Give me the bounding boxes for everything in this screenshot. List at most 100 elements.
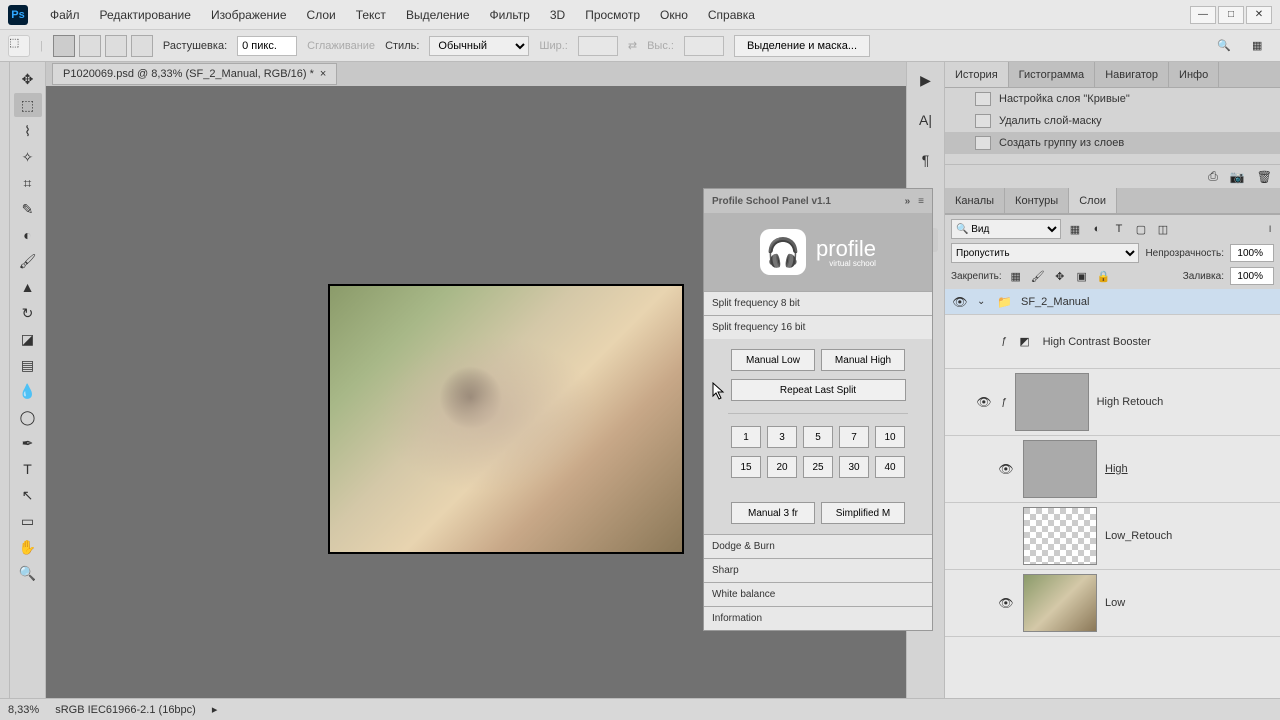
repeat-split-button[interactable]: Repeat Last Split [731, 379, 906, 401]
tab-paths[interactable]: Контуры [1005, 188, 1069, 213]
hand-tool[interactable]: ✋ [14, 535, 42, 559]
lasso-tool[interactable]: ⌇ [14, 119, 42, 143]
close-tab-icon[interactable]: × [320, 68, 326, 80]
layer-thumbnail[interactable] [1023, 574, 1097, 632]
layer-thumbnail[interactable] [1023, 507, 1097, 565]
radius-20-button[interactable]: 20 [767, 456, 797, 478]
menu-3d[interactable]: 3D [540, 8, 575, 22]
split-16-section[interactable]: Split frequency 16 bit [704, 315, 932, 339]
filter-type-icon[interactable]: T [1111, 221, 1127, 237]
close-button[interactable]: ✕ [1246, 6, 1272, 24]
panel-collapse-icon[interactable]: » [905, 196, 911, 207]
brush-tool[interactable]: 🖌 [14, 249, 42, 273]
filter-shape-icon[interactable]: ▢ [1133, 221, 1149, 237]
menu-type[interactable]: Текст [346, 8, 396, 22]
crop-tool[interactable]: ⌗ [14, 171, 42, 195]
sharp-section[interactable]: Sharp [704, 558, 932, 582]
manual-low-button[interactable]: Manual Low [731, 349, 815, 371]
lock-pixels-icon[interactable]: 🖌 [1030, 268, 1046, 284]
pen-tool[interactable]: ✒ [14, 431, 42, 455]
blur-tool[interactable]: 💧 [14, 379, 42, 403]
stamp-tool[interactable]: ▲ [14, 275, 42, 299]
radius-5-button[interactable]: 5 [803, 426, 833, 448]
menu-image[interactable]: Изображение [201, 8, 297, 22]
eyedropper-tool[interactable]: ✎ [14, 197, 42, 221]
visibility-icon[interactable]: 👁 [997, 462, 1015, 476]
opacity-input[interactable] [1230, 244, 1274, 262]
camera-icon[interactable]: 📷 [1230, 170, 1245, 184]
visibility-icon[interactable]: 👁 [975, 395, 993, 409]
menu-view[interactable]: Просмотр [575, 8, 650, 22]
blend-mode-select[interactable]: Пропустить [951, 243, 1139, 263]
tab-navigator[interactable]: Навигатор [1095, 62, 1169, 87]
character-icon[interactable]: A| [914, 108, 938, 132]
radius-40-button[interactable]: 40 [875, 456, 905, 478]
radius-7-button[interactable]: 7 [839, 426, 869, 448]
tab-history[interactable]: История [945, 62, 1009, 87]
split-8-section[interactable]: Split frequency 8 bit [704, 291, 932, 315]
white-balance-section[interactable]: White balance [704, 582, 932, 606]
lock-position-icon[interactable]: ✥ [1052, 268, 1068, 284]
lock-artboard-icon[interactable]: ▣ [1074, 268, 1090, 284]
radius-15-button[interactable]: 15 [731, 456, 761, 478]
filter-toggle[interactable]: ⏽ [1266, 224, 1274, 235]
radius-25-button[interactable]: 25 [803, 456, 833, 478]
menu-filter[interactable]: Фильтр [480, 8, 540, 22]
radius-3-button[interactable]: 3 [767, 426, 797, 448]
information-section[interactable]: Information [704, 606, 932, 630]
layer-row[interactable]: 👁 High [945, 436, 1280, 503]
selection-subtract[interactable] [105, 35, 127, 57]
tab-channels[interactable]: Каналы [945, 188, 1005, 213]
menu-window[interactable]: Окно [650, 8, 698, 22]
eraser-tool[interactable]: ◪ [14, 327, 42, 351]
maximize-button[interactable]: □ [1218, 6, 1244, 24]
visibility-icon[interactable]: 👁 [951, 295, 969, 309]
selection-new[interactable] [53, 35, 75, 57]
layer-group[interactable]: 👁 ⌄ 📁 SF_2_Manual [945, 289, 1280, 315]
layer-thumbnail[interactable] [1015, 373, 1089, 431]
dodge-tool[interactable]: ◯ [14, 405, 42, 429]
filter-adjust-icon[interactable]: ◐ [1089, 221, 1105, 237]
color-profile[interactable]: sRGB IEC61966-2.1 (16bpc) [55, 704, 196, 716]
magic-wand-tool[interactable]: ✧ [14, 145, 42, 169]
expand-icon[interactable]: ⌄ [977, 296, 989, 307]
gradient-tool[interactable]: ▤ [14, 353, 42, 377]
history-item[interactable]: Создать группу из слоев [945, 132, 1280, 154]
selection-add[interactable] [79, 35, 101, 57]
layer-thumbnail[interactable] [1023, 440, 1097, 498]
menu-help[interactable]: Справка [698, 8, 765, 22]
menu-edit[interactable]: Редактирование [90, 8, 201, 22]
search-icon[interactable]: 🔍 [1214, 36, 1234, 56]
lock-transparent-icon[interactable]: ▦ [1008, 268, 1024, 284]
path-tool[interactable]: ↖ [14, 483, 42, 507]
manual-3fr-button[interactable]: Manual 3 fr [731, 502, 815, 524]
filter-pixel-icon[interactable]: ▦ [1067, 221, 1083, 237]
history-item[interactable]: Настройка слоя "Кривые" [945, 88, 1280, 110]
marquee-tool[interactable]: ⬚ [14, 93, 42, 117]
layer-row[interactable]: ƒ ◩ High Contrast Booster [945, 315, 1280, 369]
menu-select[interactable]: Выделение [396, 8, 480, 22]
dodge-burn-section[interactable]: Dodge & Burn [704, 534, 932, 558]
lock-all-icon[interactable]: 🔒 [1096, 268, 1112, 284]
layer-row[interactable]: 👁 ƒ High Retouch [945, 369, 1280, 436]
tab-info[interactable]: Инфо [1169, 62, 1219, 87]
visibility-icon[interactable]: 👁 [997, 596, 1015, 610]
manual-high-button[interactable]: Manual High [821, 349, 905, 371]
zoom-tool[interactable]: 🔍 [14, 561, 42, 585]
radius-1-button[interactable]: 1 [731, 426, 761, 448]
move-tool[interactable]: ✥ [14, 67, 42, 91]
paragraph-icon[interactable]: ¶ [914, 148, 938, 172]
tab-histogram[interactable]: Гистограмма [1009, 62, 1096, 87]
minimize-button[interactable]: — [1190, 6, 1216, 24]
select-and-mask-button[interactable]: Выделение и маска... [734, 35, 870, 57]
selection-intersect[interactable] [131, 35, 153, 57]
radius-10-button[interactable]: 10 [875, 426, 905, 448]
filter-smart-icon[interactable]: ◫ [1155, 221, 1171, 237]
history-item[interactable]: Удалить слой-маску [945, 110, 1280, 132]
canvas-image[interactable] [328, 284, 684, 554]
workspace-icon[interactable]: ▦ [1252, 39, 1272, 52]
menu-file[interactable]: Файл [40, 8, 90, 22]
simplified-m-button[interactable]: Simplified M [821, 502, 905, 524]
layer-row[interactable]: Low_Retouch [945, 503, 1280, 570]
menu-layer[interactable]: Слои [297, 8, 346, 22]
